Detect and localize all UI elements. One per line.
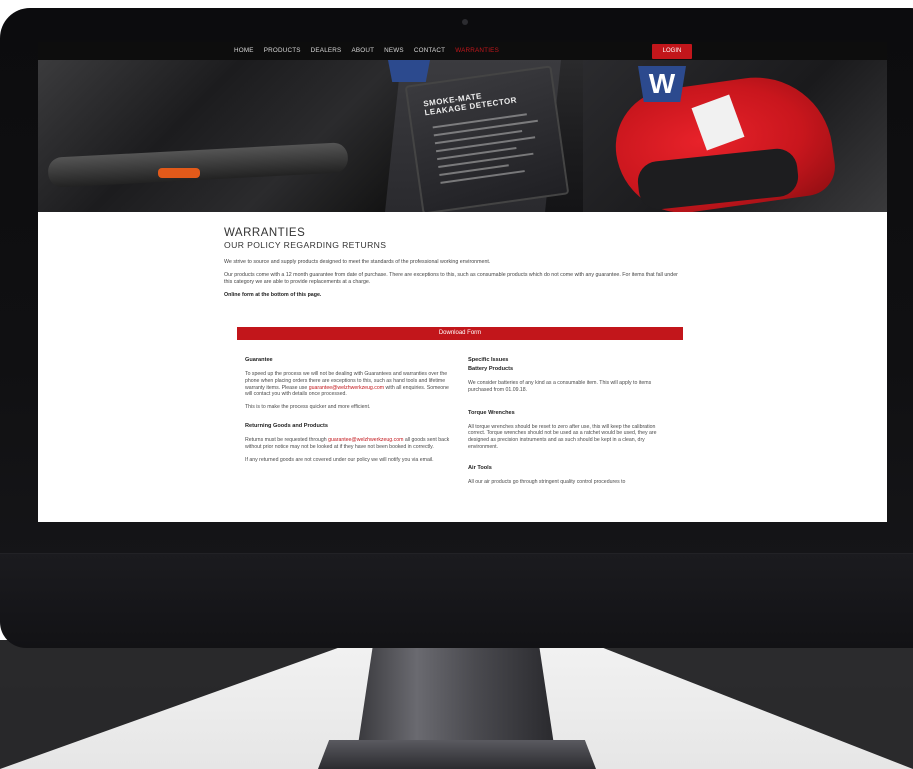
battery-paragraph: We consider batteries of any kind as a c… <box>468 380 652 393</box>
returns-email-link[interactable]: guarantee@welzhwerkzeug.com <box>328 437 403 443</box>
main-nav: HOME PRODUCTS DEALERS ABOUT NEWS CONTACT… <box>234 47 509 54</box>
website-screen: HOME PRODUCTS DEALERS ABOUT NEWS CONTACT… <box>38 42 887 522</box>
monitor-mockup: HOME PRODUCTS DEALERS ABOUT NEWS CONTACT… <box>0 0 913 769</box>
monitor-chin <box>0 553 913 648</box>
intro-paragraph-1: We strive to source and supply products … <box>224 259 491 265</box>
page-title: WARRANTIES <box>224 227 306 239</box>
guarantee-paragraph-2: This is to make the process quicker and … <box>245 404 371 411</box>
webcam-icon <box>462 19 468 25</box>
specific-issues-heading: Specific Issues <box>468 357 509 363</box>
hero-product-card: SMOKE-MATE LEAKAGE DETECTOR <box>404 65 570 212</box>
returns-paragraph: Returns must be requested through guaran… <box>245 437 451 451</box>
brand-logo-icon: W <box>638 66 686 102</box>
download-form-button[interactable]: Download Form <box>237 327 683 340</box>
nav-about[interactable]: ABOUT <box>351 47 374 54</box>
card-text-line <box>433 119 538 137</box>
warranty-intro: WARRANTIES OUR POLICY REGARDING RETURNS … <box>224 227 686 299</box>
card-text-line <box>432 113 527 129</box>
air-tools-heading: Air Tools <box>468 464 492 471</box>
policy-left-column: Guarantee To speed up the process we wil… <box>245 357 451 469</box>
nav-news[interactable]: NEWS <box>384 47 404 54</box>
air-tools-paragraph: All our air products go through stringen… <box>468 478 626 485</box>
nav-warranties[interactable]: WARRANTIES <box>455 47 499 54</box>
guarantee-email-link[interactable]: guarantee@welzhwerkzeug.com <box>309 385 384 391</box>
nav-products[interactable]: PRODUCTS <box>264 47 301 54</box>
hero-engine-image <box>38 60 398 212</box>
login-button[interactable]: LOGIN <box>652 44 692 59</box>
hero-card-title: SMOKE-MATE LEAKAGE DETECTOR <box>423 87 518 117</box>
intro-paragraph-2: Our products come with a 12 month guaran… <box>224 272 678 285</box>
returns-paragraph-2: If any returned goods are not covered un… <box>245 456 434 463</box>
online-form-note: Online form at the bottom of this page. <box>224 292 322 298</box>
battery-heading: Battery Products <box>468 366 514 372</box>
torque-paragraph: All torque wrenches should be reset to z… <box>468 423 657 450</box>
floor-shadow-left <box>0 640 360 769</box>
nav-contact[interactable]: CONTACT <box>414 47 445 54</box>
policy-right-column: Specific Issues Battery Products We cons… <box>468 357 674 492</box>
nav-dealers[interactable]: DEALERS <box>311 47 342 54</box>
nav-home[interactable]: HOME <box>234 47 254 54</box>
returns-heading: Returning Goods and Products <box>245 422 328 429</box>
card-text-line <box>435 136 536 153</box>
hero-small-logo-icon <box>388 60 430 82</box>
monitor-stand-neck <box>358 640 554 745</box>
guarantee-paragraph: To speed up the process we will not be d… <box>245 371 451 398</box>
returns-text-start: Returns must be requested through <box>245 436 329 443</box>
hero-orange-part <box>158 168 200 178</box>
floor-shadow-right <box>583 640 913 769</box>
guarantee-heading: Guarantee <box>245 357 273 363</box>
page-subtitle: OUR POLICY REGARDING RETURNS <box>224 240 387 250</box>
hero-banner: SMOKE-MATE LEAKAGE DETECTOR W <box>38 60 887 212</box>
torque-heading: Torque Wrenches <box>468 409 515 416</box>
top-navigation-bar: HOME PRODUCTS DEALERS ABOUT NEWS CONTACT… <box>38 42 887 60</box>
monitor-stand-base <box>318 740 596 769</box>
